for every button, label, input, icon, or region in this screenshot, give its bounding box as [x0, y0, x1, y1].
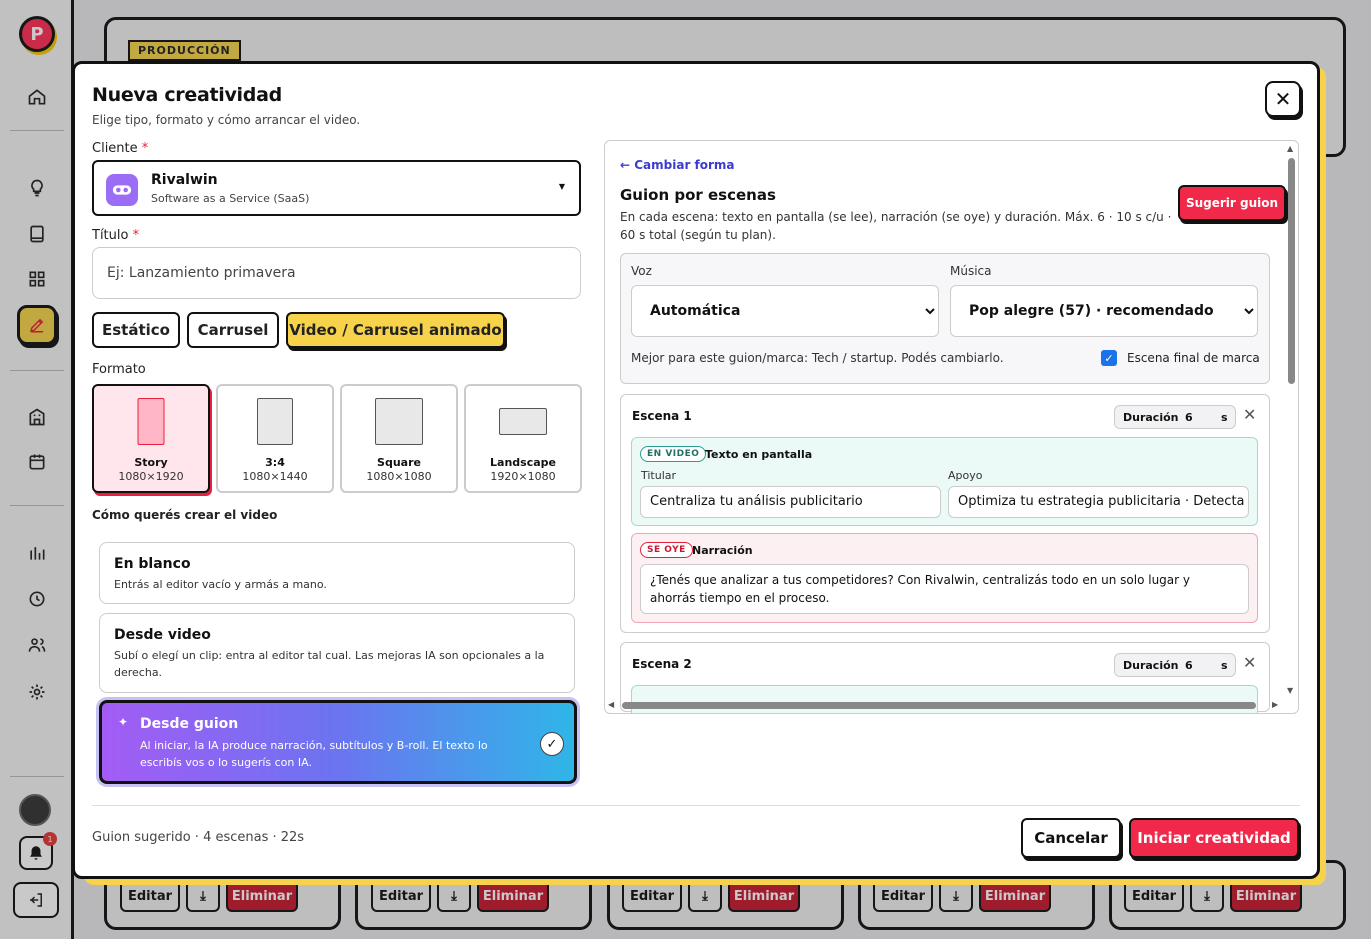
format-name: Square [377, 456, 421, 469]
mode-script-option[interactable]: ✦ Desde guion Al iniciar, la IA produce … [99, 700, 577, 784]
remove-scene-icon[interactable]: ✕ [1243, 653, 1256, 672]
landscape-ratio-icon [499, 408, 547, 435]
mode-title: En blanco [114, 556, 191, 572]
horizontal-scrollbar[interactable]: ◀ ▶ [608, 699, 1282, 711]
onscreen-title: Texto en pantalla [705, 448, 813, 461]
headline-input[interactable]: Centraliza tu análisis publicitario [640, 486, 941, 518]
mode-blank-option[interactable]: En blanco Entrás al editor vacío y armás… [99, 542, 575, 604]
client-avatar-icon [106, 174, 138, 206]
mode-video-option[interactable]: Desde video Subí o elegí un clip: entra … [99, 613, 575, 693]
music-label: Música [950, 264, 992, 278]
type-carousel-button[interactable]: Carrusel [187, 312, 279, 348]
remove-scene-icon[interactable]: ✕ [1243, 405, 1256, 424]
duration-value[interactable]: 6 [1185, 411, 1193, 424]
support-input[interactable]: Optimiza tu estrategia publicitaria · De… [948, 486, 1249, 518]
voice-select[interactable]: Automática [631, 285, 939, 337]
mode-label: Cómo querés crear el video [92, 508, 278, 522]
support-label: Apoyo [948, 469, 983, 482]
close-icon[interactable]: ✕ [1265, 81, 1301, 117]
story-ratio-icon [137, 398, 165, 445]
script-title: Guion por escenas [620, 186, 776, 204]
music-select[interactable]: Pop alegre (57) · recomendado [950, 285, 1258, 337]
format-label: Formato [92, 362, 146, 377]
format-dims: 1080×1440 [242, 470, 308, 483]
scrollbar-thumb[interactable] [622, 702, 1256, 709]
type-static-button[interactable]: Estático [92, 312, 180, 348]
mode-description: Entrás al editor vacío y armás a mano. [114, 578, 327, 591]
scrollbar-thumb[interactable] [1288, 158, 1295, 384]
format-3-4-option[interactable]: 3:4 1080×1440 [216, 384, 334, 493]
duration-input[interactable]: Duración 6 s [1114, 405, 1236, 429]
format-square-option[interactable]: Square 1080×1080 [340, 384, 458, 493]
end-scene-label: Escena final de marca [1127, 351, 1260, 365]
scroll-up-icon[interactable]: ▲ [1287, 144, 1293, 153]
client-select[interactable]: Rivalwin Software as a Service (SaaS) ▼ [92, 160, 581, 216]
client-name: Rivalwin [151, 172, 218, 188]
check-icon: ✓ [540, 732, 564, 756]
change-form-link[interactable]: ← Cambiar forma [620, 158, 735, 172]
onscreen-tag: EN VIDEO [640, 446, 707, 462]
format-dims: 1920×1080 [490, 470, 556, 483]
narration-block: SE OYE Narración ¿Tenés que analizar a t… [631, 533, 1258, 623]
square-ratio-icon [375, 398, 423, 445]
format-name: 3:4 [265, 456, 285, 469]
sparkle-icon: ✦ [118, 715, 129, 729]
scene-title: Escena 2 [632, 657, 692, 671]
chevron-down-icon: ▼ [558, 182, 565, 191]
footer-summary: Guion sugerido · 4 escenas · 22s [92, 830, 305, 845]
script-panel: ← Cambiar forma Guion por escenas En cad… [604, 140, 1299, 714]
scene-card: Escena 1 Duración 6 s ✕ EN VIDEO Texto e… [620, 394, 1270, 633]
type-video-button[interactable]: Video / Carrusel animado [286, 312, 505, 348]
footer-divider [92, 805, 1300, 806]
vertical-scrollbar[interactable]: ▲ ▼ [1285, 144, 1297, 698]
voice-label: Voz [631, 264, 652, 278]
start-creative-button[interactable]: Iniciar creatividad [1129, 818, 1299, 858]
scroll-down-icon[interactable]: ▼ [1287, 686, 1293, 695]
music-hint: Mejor para este guion/marca: Tech / star… [631, 351, 1004, 365]
duration-value[interactable]: 6 [1185, 659, 1193, 672]
format-dims: 1080×1920 [118, 470, 184, 483]
voice-music-settings: Voz Automática Música Pop alegre (57) · … [620, 253, 1270, 384]
narration-textarea[interactable]: ¿Tenés que analizar a tus competidores? … [640, 564, 1249, 614]
mode-description: Subí o elegí un clip: entra al editor ta… [114, 649, 545, 679]
modal-subtitle: Elige tipo, formato y cómo arrancar el v… [92, 113, 361, 127]
onscreen-text-block: EN VIDEO Texto en pantalla Titular Centr… [631, 437, 1258, 526]
format-dims: 1080×1080 [366, 470, 432, 483]
mode-title: Desde video [114, 627, 211, 643]
format-name: Landscape [490, 456, 556, 469]
client-label: Cliente * [92, 141, 149, 156]
cancel-button[interactable]: Cancelar [1021, 818, 1121, 858]
mode-title: Desde guion [140, 716, 239, 732]
headline-label: Titular [641, 469, 677, 482]
format-landscape-option[interactable]: Landscape 1920×1080 [464, 384, 582, 493]
title-label: Título * [92, 228, 140, 243]
scroll-right-icon[interactable]: ▶ [1272, 700, 1278, 709]
duration-input[interactable]: Duración 6 s [1114, 653, 1236, 677]
client-description: Software as a Service (SaaS) [151, 192, 310, 205]
format-story-option[interactable]: Story 1080×1920 [92, 384, 210, 493]
modal-title: Nueva creatividad [92, 84, 282, 106]
suggest-script-button[interactable]: Sugerir guion [1178, 185, 1286, 221]
title-input[interactable] [92, 247, 581, 299]
end-scene-checkbox[interactable]: ✓ [1101, 350, 1117, 366]
new-creative-modal: Nueva creatividad Elige tipo, formato y … [72, 61, 1320, 879]
script-description: En cada escena: texto en pantalla (se le… [620, 210, 1172, 242]
scroll-left-icon[interactable]: ◀ [608, 700, 614, 709]
mode-description: Al iniciar, la IA produce narración, sub… [140, 739, 488, 769]
portrait-ratio-icon [257, 398, 293, 445]
format-name: Story [134, 456, 168, 469]
narration-title: Narración [692, 544, 753, 557]
voice-tag: SE OYE [640, 542, 693, 558]
scene-title: Escena 1 [632, 409, 692, 423]
